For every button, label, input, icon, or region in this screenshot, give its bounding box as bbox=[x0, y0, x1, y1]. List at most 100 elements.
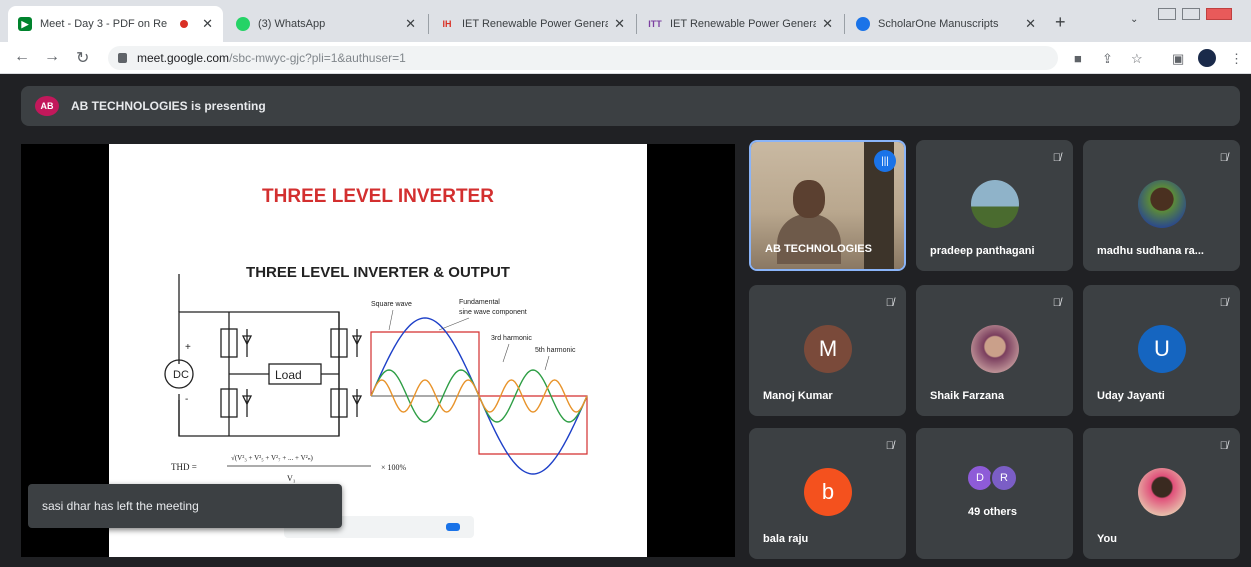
participant-name: You bbox=[1097, 533, 1117, 545]
others-avatars: D R bbox=[966, 464, 1018, 492]
avatar: R bbox=[990, 464, 1018, 492]
minus-label: - bbox=[185, 394, 188, 405]
participant-tile[interactable]: ||| AB TECHNOLOGIES bbox=[749, 140, 906, 271]
mic-off-icon: 🎙̸ bbox=[1052, 152, 1061, 164]
mic-off-icon: 🎙̸ bbox=[885, 297, 894, 309]
tab-iet-2[interactable]: ITT IET Renewable Power Generati ✕ bbox=[638, 6, 843, 42]
tab-strip: ▶ Meet - Day 3 - PDF on Re ✕ (3) WhatsAp… bbox=[0, 0, 1251, 42]
dc-label: DC bbox=[173, 369, 189, 381]
minimize-button[interactable] bbox=[1158, 8, 1176, 20]
camera-icon[interactable]: ■ bbox=[1074, 51, 1082, 66]
avatar bbox=[971, 180, 1019, 228]
journal-icon: IH bbox=[442, 19, 452, 29]
tab-divider bbox=[428, 14, 429, 34]
tab-title: ScholarOne Manuscripts bbox=[878, 18, 999, 30]
participant-tile[interactable]: 🎙̸ madhu sudhana ra... bbox=[1083, 140, 1240, 271]
star-icon[interactable]: ☆ bbox=[1131, 51, 1143, 67]
lock-icon[interactable] bbox=[118, 53, 127, 63]
avatar bbox=[1138, 468, 1186, 516]
third-harmonic-label: 3rd harmonic bbox=[491, 335, 532, 342]
profile-avatar[interactable] bbox=[1198, 49, 1216, 67]
participant-tile[interactable]: 🎙̸ b bala raju bbox=[749, 428, 906, 559]
new-tab-button[interactable]: + bbox=[1055, 12, 1066, 33]
address-bar[interactable]: meet.google.com /sbc-mwyc-gjc?pli=1&auth… bbox=[108, 46, 1058, 70]
menu-icon[interactable]: ⋮ bbox=[1230, 51, 1243, 67]
avatar bbox=[1138, 180, 1186, 228]
tab-scholarone[interactable]: ScholarOne Manuscripts ✕ bbox=[846, 6, 1046, 42]
close-icon[interactable]: ✕ bbox=[1025, 16, 1036, 32]
participant-tile[interactable]: 🎙̸ pradeep panthagani bbox=[916, 140, 1073, 271]
journal-icon: ITT bbox=[648, 19, 662, 29]
close-icon[interactable]: ✕ bbox=[614, 16, 625, 32]
thd-numerator: √(V²₃ + V²₅ + V²₇ + ... + V²ₙ) bbox=[231, 454, 314, 462]
maximize-button[interactable] bbox=[1182, 8, 1200, 20]
participant-tile[interactable]: 🎙̸ M Manoj Kumar bbox=[749, 285, 906, 416]
whatsapp-icon bbox=[236, 17, 250, 31]
close-icon[interactable]: ✕ bbox=[822, 16, 833, 32]
thd-denominator: V₁ bbox=[287, 474, 296, 483]
tab-title: IET Renewable Power Generati bbox=[670, 18, 817, 30]
waveforms bbox=[370, 309, 588, 475]
participant-name: Manoj Kumar bbox=[763, 390, 833, 402]
inverter-circuit bbox=[164, 274, 363, 437]
participant-tile[interactable]: 🎙̸ You bbox=[1083, 428, 1240, 559]
mini-stop-sharing-button bbox=[446, 523, 460, 531]
meet-icon: ▶ bbox=[18, 17, 32, 31]
participant-tile[interactable]: 🎙̸ U Uday Jayanti bbox=[1083, 285, 1240, 416]
participant-name: bala raju bbox=[763, 533, 809, 545]
participant-name: madhu sudhana ra... bbox=[1097, 245, 1204, 257]
fifth-harmonic-label: 5th harmonic bbox=[535, 347, 576, 354]
mic-off-icon: 🎙̸ bbox=[1052, 297, 1061, 309]
share-icon[interactable]: ⇪ bbox=[1102, 51, 1113, 67]
window-close-button[interactable] bbox=[1206, 8, 1232, 20]
presenter-logo: AB bbox=[35, 96, 59, 116]
notification-toast: sasi dhar has left the meeting bbox=[28, 484, 342, 528]
participant-name: Uday Jayanti bbox=[1097, 390, 1165, 402]
presenting-bar: AB AB TECHNOLOGIES is presenting bbox=[21, 86, 1240, 126]
load-label: Load bbox=[275, 368, 302, 382]
reload-icon[interactable]: ↻ bbox=[76, 48, 89, 68]
participant-name: Shaik Farzana bbox=[930, 390, 1004, 402]
participant-tile[interactable]: 🎙̸ Shaik Farzana bbox=[916, 285, 1073, 416]
scholarone-icon bbox=[856, 17, 870, 31]
avatar: b bbox=[804, 468, 852, 516]
plus-label: + bbox=[185, 342, 191, 353]
thd-suffix: × 100% bbox=[381, 463, 407, 472]
speaking-icon: ||| bbox=[874, 150, 896, 172]
tab-iet-1[interactable]: IH IET Renewable Power Generati ✕ bbox=[430, 6, 635, 42]
participant-tile-others[interactable]: D R 49 others bbox=[916, 428, 1073, 559]
avatar: U bbox=[1138, 325, 1186, 373]
chevron-down-icon[interactable]: ⌄ bbox=[1130, 14, 1138, 25]
close-icon[interactable]: ✕ bbox=[202, 16, 213, 32]
mic-off-icon: 🎙̸ bbox=[1219, 440, 1228, 452]
tab-title: IET Renewable Power Generati bbox=[462, 18, 609, 30]
browser-toolbar: ← → ↻ meet.google.com /sbc-mwyc-gjc?pli=… bbox=[0, 42, 1251, 74]
avatar: M bbox=[804, 325, 852, 373]
fundamental-label-line2: sine wave component bbox=[459, 309, 527, 316]
square-wave-label: Square wave bbox=[371, 301, 412, 308]
mic-off-icon: 🎙̸ bbox=[885, 440, 894, 452]
forward-icon[interactable]: → bbox=[44, 48, 60, 66]
participant-name: AB TECHNOLOGIES bbox=[765, 243, 872, 255]
sidepanel-icon[interactable]: ▣ bbox=[1172, 51, 1184, 67]
url-path: /sbc-mwyc-gjc?pli=1&authuser=1 bbox=[229, 51, 406, 65]
url-host: meet.google.com bbox=[137, 51, 230, 65]
avatar bbox=[971, 325, 1019, 373]
tab-divider bbox=[636, 14, 637, 34]
fundamental-label-line1: Fundamental bbox=[459, 299, 500, 306]
tab-whatsapp[interactable]: (3) WhatsApp ✕ bbox=[226, 6, 426, 42]
tab-meet[interactable]: ▶ Meet - Day 3 - PDF on Re ✕ bbox=[8, 6, 223, 42]
mic-off-icon: 🎙̸ bbox=[1219, 297, 1228, 309]
back-icon[interactable]: ← bbox=[14, 48, 30, 66]
tab-title: Meet - Day 3 - PDF on Re bbox=[40, 18, 168, 30]
tab-title: (3) WhatsApp bbox=[258, 18, 326, 30]
mic-off-icon: 🎙̸ bbox=[1219, 152, 1228, 164]
thd-prefix: THD = bbox=[171, 462, 197, 472]
meet-main: AB AB TECHNOLOGIES is presenting THREE L… bbox=[0, 74, 1251, 567]
close-icon[interactable]: ✕ bbox=[405, 16, 416, 32]
others-count: 49 others bbox=[968, 506, 1017, 518]
recording-icon bbox=[180, 20, 189, 28]
window-controls bbox=[1158, 8, 1232, 20]
tab-divider bbox=[844, 14, 845, 34]
participant-name: pradeep panthagani bbox=[930, 245, 1035, 257]
